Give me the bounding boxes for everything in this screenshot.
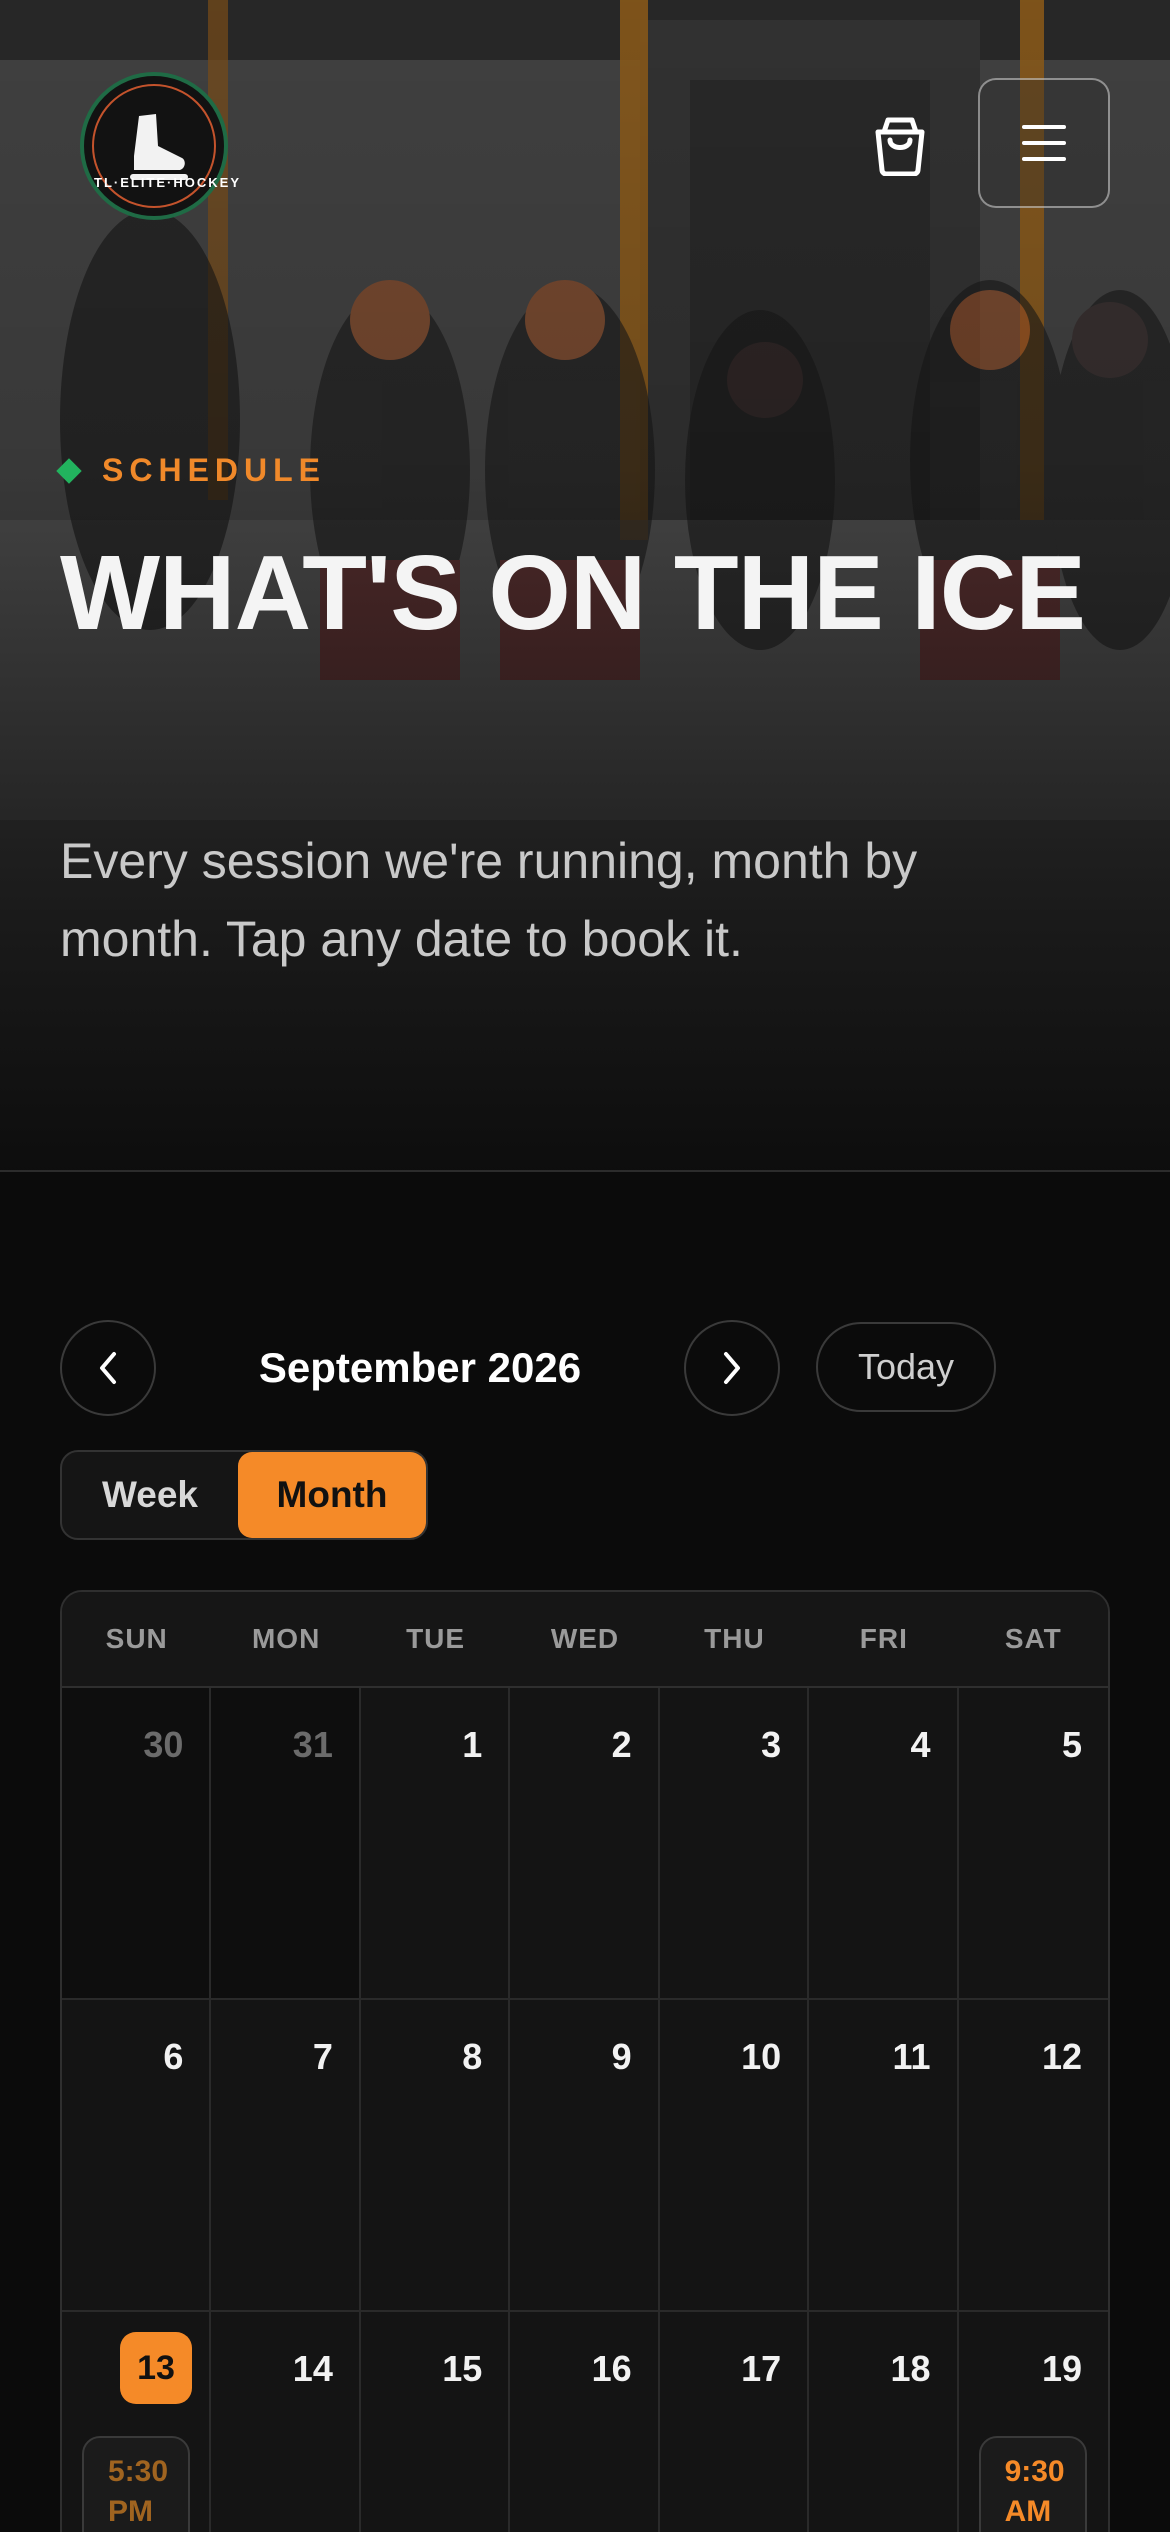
eyebrow-label: SCHEDULE <box>102 452 327 488</box>
day-number: 19 <box>1041 2348 1082 2389</box>
day-number: 4 <box>910 1724 931 1765</box>
view-toggle: Week Month <box>60 1450 428 1540</box>
day-number: 6 <box>163 2036 184 2077</box>
day-number: 18 <box>890 2348 931 2389</box>
month-calendar: SUN MON TUE WED THU FRI SAT 30 31 1 2 3 … <box>60 1590 1110 2532</box>
calendar-day-cell[interactable]: 12 <box>958 2000 1108 2312</box>
calendar-day-cell[interactable]: 14 <box>211 2312 361 2532</box>
chevron-left-icon <box>100 1352 116 1384</box>
day-number: 3 <box>761 1724 782 1765</box>
logo-emblem: TL·ELITE·HOCKEY <box>92 84 241 208</box>
calendar-day-cell[interactable]: 30 <box>62 1688 212 2000</box>
section-eyebrow: SCHEDULE <box>56 452 327 489</box>
day-number: 16 <box>591 2348 632 2389</box>
day-number: 9 <box>611 2036 632 2077</box>
calendar-day-cell-today[interactable]: 13 5:30 PM <box>62 2312 212 2532</box>
today-day-number: 13 <box>120 2332 192 2404</box>
calendar-day-cell[interactable]: 18 <box>809 2312 959 2532</box>
weekday-label: FRI <box>859 1623 908 1654</box>
calendar-day-cell[interactable]: 10 <box>659 2000 810 2312</box>
calendar-day-cell[interactable]: 17 <box>659 2312 810 2532</box>
hero-section: TL·ELITE·HOCKEY SCHEDULE WHAT'S ON THE I… <box>0 0 1170 1172</box>
day-number: 1 <box>462 1724 483 1765</box>
next-month-button[interactable] <box>684 1320 780 1416</box>
calendar-day-cell[interactable]: 31 <box>211 1688 361 2000</box>
month-view-tab[interactable]: Month <box>238 1452 426 1538</box>
day-number: 14 <box>292 2348 333 2389</box>
day-number: 8 <box>462 2036 483 2077</box>
day-number: 17 <box>741 2348 782 2389</box>
section-divider <box>0 1170 1170 1172</box>
weekday-label: TUE <box>406 1623 466 1654</box>
calendar-days: 30 31 1 2 3 4 5 6 7 8 9 10 11 12 13 5:30… <box>62 1688 1108 2532</box>
day-number: 31 <box>292 1724 333 1765</box>
calendar-day-cell[interactable]: 2 <box>510 1688 660 2000</box>
chevron-right-icon <box>724 1352 740 1384</box>
menu-button[interactable] <box>978 78 1110 208</box>
calendar-day-cell[interactable]: 15 <box>360 2312 511 2532</box>
skate-icon <box>130 114 188 180</box>
calendar-day-cell[interactable]: 7 <box>211 2000 361 2312</box>
day-number: 15 <box>442 2348 483 2389</box>
calendar-day-cell[interactable]: 5 <box>958 1688 1108 2000</box>
day-number: 5 <box>1061 1724 1082 1765</box>
weekday-label: SUN <box>105 1623 168 1654</box>
calendar-day-cell[interactable]: 1 <box>360 1688 511 2000</box>
day-number: 11 <box>892 2036 931 2077</box>
cart-button[interactable] <box>862 108 938 184</box>
session-event-chip[interactable]: 5:30 PM <box>82 2436 190 2532</box>
calendar-day-cell[interactable]: 19 9:30 AM <box>958 2312 1108 2532</box>
calendar-day-cell[interactable]: 3 <box>659 1688 810 2000</box>
weekday-label: MON <box>251 1623 321 1654</box>
page-title: WHAT'S ON THE ICE <box>60 534 1086 652</box>
calendar-day-cell[interactable]: 4 <box>809 1688 959 2000</box>
day-number: 2 <box>611 1724 632 1765</box>
session-event-chip[interactable]: 9:30 AM <box>978 2436 1087 2532</box>
day-number: 10 <box>741 2036 782 2077</box>
weekday-label: WED <box>550 1623 620 1654</box>
shopping-bag-icon <box>875 117 925 176</box>
previous-month-button[interactable] <box>60 1320 156 1416</box>
day-number: 12 <box>1041 2036 1082 2077</box>
calendar-day-cell[interactable]: 9 <box>510 2000 660 2312</box>
calendar-day-cell[interactable]: 11 <box>809 2000 959 2312</box>
weekday-label: SAT <box>1004 1623 1062 1654</box>
day-number: 7 <box>312 2036 333 2077</box>
calendar-day-cell[interactable]: 6 <box>62 2000 212 2312</box>
diamond-icon <box>56 457 82 484</box>
logo-wordmark: TL·ELITE·HOCKEY <box>94 175 241 190</box>
weekday-header: SUN MON TUE WED THU FRI SAT <box>62 1592 1108 1688</box>
weekday-label: THU <box>704 1623 765 1654</box>
calendar-day-cell[interactable]: 16 <box>510 2312 660 2532</box>
page-subtitle: Every session we're running, month by mo… <box>60 833 918 967</box>
brand-logo[interactable]: TL·ELITE·HOCKEY <box>80 72 241 220</box>
today-button[interactable]: Today <box>816 1322 996 1412</box>
hamburger-menu-icon <box>1022 125 1066 161</box>
current-month-label: September 2026 <box>258 1344 582 1391</box>
calendar-day-cell[interactable]: 8 <box>360 2000 511 2312</box>
day-number: 30 <box>143 1724 184 1765</box>
week-view-tab[interactable]: Week <box>62 1452 238 1538</box>
